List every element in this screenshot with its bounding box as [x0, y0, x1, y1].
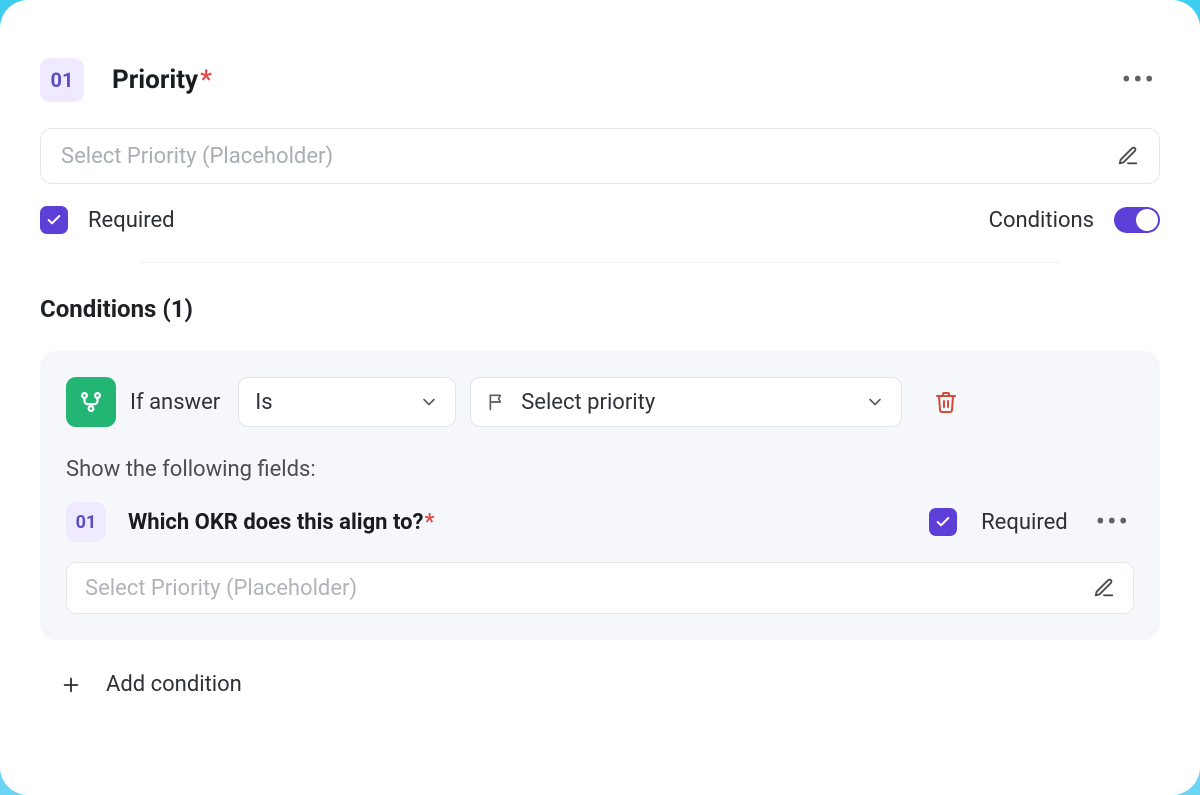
- condition-branch-icon: [66, 377, 116, 427]
- required-checkbox[interactable]: [40, 206, 68, 234]
- value-placeholder: Select priority: [521, 390, 655, 415]
- nested-field-right: Required •••: [929, 502, 1134, 542]
- required-option: Required: [40, 206, 175, 234]
- delete-condition-icon[interactable]: [934, 390, 958, 414]
- nested-required-checkbox[interactable]: [929, 508, 957, 536]
- conditions-toggle-label: Conditions: [989, 208, 1094, 233]
- field-header: 01 Priority* •••: [40, 58, 1160, 102]
- show-fields-label: Show the following fields:: [66, 457, 1134, 482]
- conditions-heading: Conditions (1): [40, 295, 1160, 323]
- operator-value: Is: [255, 390, 272, 415]
- nested-required-label: Required: [981, 510, 1068, 535]
- required-asterisk: *: [424, 510, 434, 535]
- nested-select-input[interactable]: Select Priority (Placeholder): [66, 562, 1134, 614]
- priority-placeholder: Select Priority (Placeholder): [61, 144, 333, 169]
- priority-select-input[interactable]: Select Priority (Placeholder): [40, 128, 1160, 184]
- section-divider: [140, 262, 1060, 263]
- field-number-badge: 01: [40, 58, 84, 102]
- edit-icon[interactable]: [1117, 145, 1139, 167]
- flag-icon: [487, 392, 507, 412]
- nested-number-badge: 01: [66, 502, 106, 542]
- operator-select[interactable]: Is: [238, 377, 456, 427]
- condition-rule-row: If answer Is Select priority: [66, 377, 1134, 427]
- form-field-editor-card: 01 Priority* ••• Select Priority (Placeh…: [0, 0, 1200, 795]
- field-options-row: Required Conditions: [40, 206, 1160, 234]
- add-condition-label: Add condition: [106, 672, 242, 697]
- value-select[interactable]: Select priority: [470, 377, 902, 427]
- nested-field-header: 01 Which OKR does this align to?* Requir…: [66, 502, 1134, 542]
- nested-placeholder: Select Priority (Placeholder): [85, 576, 357, 601]
- field-header-left: 01 Priority*: [40, 58, 212, 102]
- conditions-toggle[interactable]: [1114, 207, 1160, 233]
- chevron-down-icon: [419, 392, 439, 412]
- chevron-down-icon: [865, 392, 885, 412]
- required-label: Required: [88, 208, 175, 233]
- edit-icon[interactable]: [1093, 577, 1115, 599]
- field-title-text: Priority: [112, 65, 198, 95]
- required-asterisk: *: [200, 65, 212, 95]
- plus-icon: [60, 674, 82, 696]
- nested-title-text: Which OKR does this align to?: [128, 510, 423, 535]
- more-menu-icon[interactable]: •••: [1118, 60, 1160, 100]
- if-answer-label: If answer: [130, 390, 220, 415]
- field-title: Priority*: [112, 65, 212, 95]
- conditions-toggle-group: Conditions: [989, 207, 1160, 233]
- add-condition-button[interactable]: Add condition: [40, 666, 1160, 703]
- nested-field-left: 01 Which OKR does this align to?*: [66, 502, 434, 542]
- nested-more-menu-icon[interactable]: •••: [1092, 502, 1134, 542]
- check-icon: [46, 212, 62, 228]
- toggle-knob: [1136, 209, 1158, 231]
- check-icon: [935, 514, 951, 530]
- nested-field-title: Which OKR does this align to?*: [128, 510, 434, 535]
- condition-block: If answer Is Select priority Show the fo…: [40, 351, 1160, 640]
